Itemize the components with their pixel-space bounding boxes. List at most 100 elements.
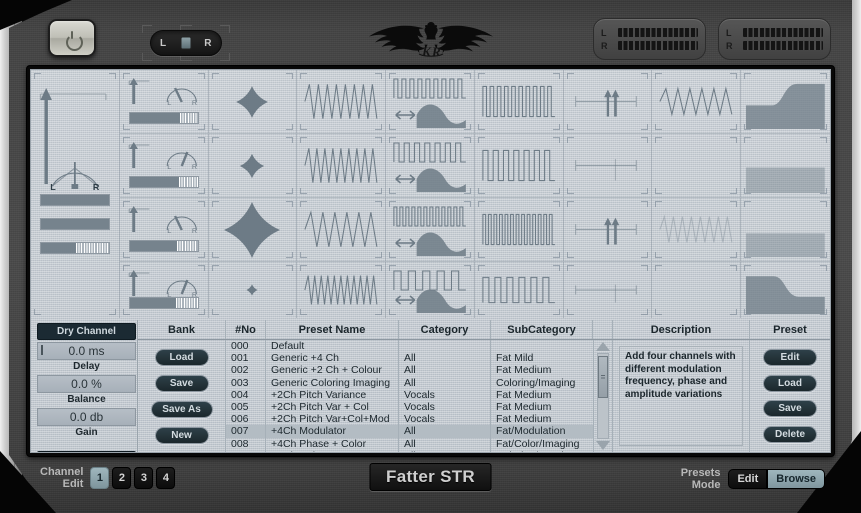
lr-switch-knob[interactable]: [180, 36, 192, 50]
dry-balance-value[interactable]: 0.0 %: [37, 375, 136, 393]
channel-strip-column-row-2[interactable]: LR: [119, 134, 208, 198]
channel-strip-column-row-1[interactable]: LR: [119, 70, 208, 134]
plugin-window: L R KR L R L R L R L R L R L R L R Dry C…: [0, 0, 861, 513]
phase-arrow-column-row-4[interactable]: [564, 262, 652, 318]
phase-arrow-column-row-2[interactable]: [563, 134, 652, 198]
channel-button-3[interactable]: 3: [134, 467, 154, 489]
dry-extra-slider[interactable]: [40, 242, 110, 254]
pulse-wave-column-row-4[interactable]: [386, 262, 474, 318]
table-row[interactable]: 007 +4Ch Modulator All Fat/Modulation: [226, 425, 593, 438]
dry-channel-cell[interactable]: LR: [31, 70, 119, 318]
triangle-wave-column-row-3[interactable]: [297, 198, 386, 262]
square-wave-column-row-2[interactable]: [474, 134, 563, 198]
dry-delay-value[interactable]: 0.0 ms: [37, 342, 136, 360]
cell-number: 008: [226, 437, 266, 450]
cell-number: 002: [226, 364, 266, 377]
table-row[interactable]: 000 Default: [226, 340, 593, 353]
scroll-up-icon[interactable]: [596, 342, 610, 351]
parameter-sidebar: Dry Channel 0.0 ms Delay 0.0 % Balance 0…: [37, 320, 136, 452]
shape-column-row-3[interactable]: [208, 198, 297, 262]
saw-wave-icon: [659, 214, 733, 243]
table-row[interactable]: 004 +2Ch Pitch Variance Vocals Fat Medium: [226, 388, 593, 401]
channel-level-slider[interactable]: [128, 297, 199, 309]
shape-column-row-2[interactable]: [208, 134, 297, 198]
svg-text:R: R: [93, 182, 99, 191]
presets-mode-browse-button[interactable]: Browse: [767, 469, 825, 489]
saw-wave-column-row-2[interactable]: [652, 134, 741, 198]
cell-preset-name: Default: [266, 340, 399, 353]
cell-number: 004: [226, 388, 266, 401]
envelope-column-row-4[interactable]: [741, 262, 830, 318]
triangle-wave-column-row-4[interactable]: [297, 262, 385, 318]
saw-wave-column-row-3[interactable]: [652, 198, 741, 262]
envelope-column-row-3[interactable]: [741, 198, 830, 262]
channel-level-slider[interactable]: [128, 240, 199, 252]
header-preset-name[interactable]: Preset Name: [266, 320, 399, 339]
power-button[interactable]: [48, 19, 96, 57]
preset-delete-button[interactable]: Delete: [763, 425, 817, 443]
table-row[interactable]: 002 Generic +2 Ch + Colour All Fat Medium: [226, 364, 593, 377]
square-wave-column-row-3[interactable]: [474, 198, 563, 262]
table-row[interactable]: 006 +2Ch Pitch Var+Col+Mod Vocals Fat Mediu…: [226, 413, 593, 426]
pulse-wave-icon: [393, 142, 466, 163]
preset-scrollbar[interactable]: [593, 340, 613, 452]
channel-strip-column-row-3[interactable]: LR: [119, 198, 208, 262]
preset-save-button[interactable]: Save: [763, 400, 817, 418]
scroll-down-icon[interactable]: [596, 441, 610, 450]
bank-load-button[interactable]: Load: [154, 348, 209, 366]
dry-balance-slider[interactable]: [40, 194, 110, 206]
table-row[interactable]: 003 Generic Coloring Imaging All Coloring/I…: [226, 376, 593, 389]
channel-level-slider[interactable]: [128, 112, 199, 124]
lr-balance-switch[interactable]: L R: [150, 30, 222, 56]
description-text: Add four channels with different modulat…: [619, 346, 743, 446]
dry-gain-slider[interactable]: [40, 218, 110, 230]
phase-arrow-column-row-3[interactable]: [563, 198, 652, 262]
square-wave-icon: [482, 276, 555, 304]
triangle-wave-column-row-2[interactable]: [297, 134, 386, 198]
table-row[interactable]: 009+4Ch ColorAllColoring/Imaging: [226, 449, 593, 452]
channel-button-4[interactable]: 4: [156, 467, 176, 489]
header-number[interactable]: #No: [226, 320, 266, 339]
bank-save-as-button[interactable]: Save As: [150, 400, 213, 418]
svg-text:L: L: [167, 228, 171, 234]
saw-wave-column-row-1[interactable]: [652, 70, 741, 134]
triangle-wave-column-row-1[interactable]: [297, 70, 386, 134]
envelope-column-row-2[interactable]: [741, 134, 830, 198]
table-row[interactable]: 005 +2Ch Pitch Var + Col Vocals Fat Medium: [226, 400, 593, 414]
bank-buttons-column: Load Save Save As New: [138, 340, 226, 452]
channel-level-slider[interactable]: [128, 176, 199, 188]
channel-strip-column-row-4[interactable]: LR: [120, 262, 208, 318]
shape-column-row-4[interactable]: [209, 262, 297, 318]
preset-load-button[interactable]: Load: [763, 374, 817, 392]
scrollbar-thumb[interactable]: [598, 356, 608, 398]
scrollbar-track[interactable]: [597, 353, 609, 439]
table-row[interactable]: 001 Generic +4 Ch All Fat Mild: [226, 352, 593, 365]
input-meter: L R: [593, 18, 706, 60]
shape-star-icon: [240, 153, 265, 178]
phase-arrow-column-row-1[interactable]: [563, 70, 652, 134]
table-row[interactable]: 008 +4Ch Phase + Color All Fat/Color/Imagin…: [226, 437, 593, 450]
triangle-wave-icon: [304, 210, 378, 247]
bank-save-button[interactable]: Save: [154, 374, 209, 392]
dry-gain-value[interactable]: 0.0 db: [37, 408, 136, 426]
preset-rows[interactable]: 000 Default 001 Generic +4 Ch All Fat Mild 002…: [226, 340, 593, 452]
pulse-wave-column-row-3[interactable]: [386, 198, 474, 262]
bank-new-button[interactable]: New: [154, 426, 209, 444]
triangle-wave-column: [297, 70, 387, 318]
header-subcategory[interactable]: SubCategory: [491, 320, 593, 339]
cell-number: 000: [226, 340, 266, 353]
channel-button-2[interactable]: 2: [112, 467, 132, 489]
header-category[interactable]: Category: [399, 320, 491, 339]
cell-subcategory: [491, 340, 593, 352]
square-wave-column-row-1[interactable]: [474, 70, 563, 134]
envelope-column-row-1[interactable]: [741, 70, 830, 134]
presets-mode-group: Presets Mode Edit Browse: [681, 467, 825, 491]
square-wave-column-row-4[interactable]: [475, 262, 563, 318]
preset-edit-button[interactable]: Edit: [763, 349, 817, 367]
presets-mode-edit-button[interactable]: Edit: [728, 469, 768, 489]
pulse-wave-column-row-1[interactable]: [386, 70, 474, 134]
pulse-wave-column-row-2[interactable]: [386, 134, 474, 198]
saw-wave-column-row-4[interactable]: [652, 262, 740, 318]
channel-button-1[interactable]: 1: [90, 467, 110, 489]
shape-column-row-1[interactable]: [208, 70, 297, 134]
